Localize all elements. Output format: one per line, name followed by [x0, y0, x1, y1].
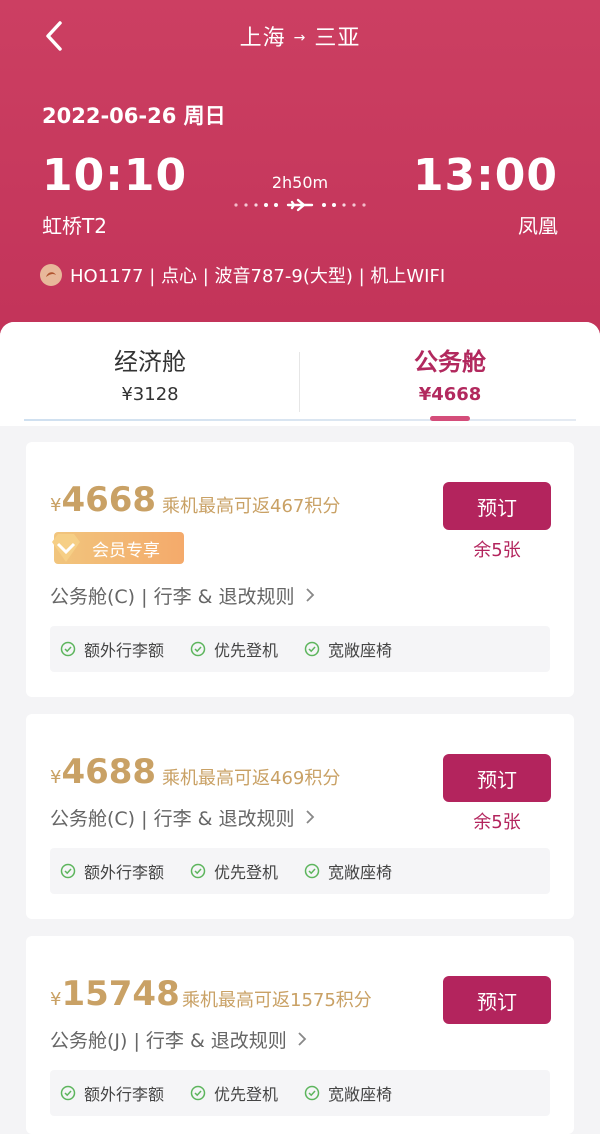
tab-business-price: ¥4668	[418, 384, 482, 405]
rules-text: 公务舱(J) | 行李 & 退改规则	[50, 1030, 287, 1052]
points-text: 乘机最高可返467积分	[162, 496, 341, 517]
chevron-right-icon	[305, 588, 314, 602]
offer-price: ¥15748	[50, 974, 180, 1014]
tab-business[interactable]: 公务舱 ¥4668	[300, 322, 600, 422]
check-circle-icon	[304, 863, 320, 879]
perk-label: 优先登机	[214, 1085, 279, 1104]
currency-symbol: ¥	[50, 989, 62, 1010]
perk-label: 宽敞座椅	[328, 863, 393, 882]
perk-list: 额外行李额 优先登机 宽敞座椅	[50, 848, 550, 894]
perk-item: 优先登机	[190, 637, 278, 661]
rules-link[interactable]: 公务舱(C) | 行李 & 退改规则	[50, 804, 315, 831]
rules-link[interactable]: 公务舱(C) | 行李 & 退改规则	[50, 582, 315, 609]
perk-label: 宽敞座椅	[328, 641, 393, 660]
check-circle-icon	[60, 863, 76, 879]
currency-symbol: ¥	[50, 495, 62, 516]
flight-header: 上海 → 三亚 2022-06-26 周日 10:10 13:00 虹桥T2 凤凰 …	[0, 0, 600, 350]
remaining-seats: 余5张	[473, 812, 521, 833]
perk-item: 额外行李额	[60, 859, 164, 883]
arrival-time: 13:00	[412, 150, 558, 201]
cabin-tabs: 经济舱 ¥3128 公务舱 ¥4668	[0, 322, 600, 426]
price-amount: 15748	[61, 974, 180, 1014]
perk-label: 额外行李额	[84, 863, 165, 882]
perk-label: 宽敞座椅	[328, 1085, 393, 1104]
airline-logo-icon	[40, 264, 62, 286]
flight-duration: 2h50m	[271, 173, 329, 192]
price-amount: 4668	[61, 480, 157, 520]
offer-card: ¥4688 乘机最高可返469积分 预订 余5张 公务舱(C) | 行李 & 退…	[26, 714, 574, 919]
price-amount: 4688	[61, 752, 157, 792]
member-badge-label: 会员专享	[92, 540, 160, 561]
points-text: 乘机最高可返1575积分	[182, 990, 372, 1011]
route-title: 上海 → 三亚	[0, 20, 600, 52]
perk-list: 额外行李额 优先登机 宽敞座椅	[50, 1070, 550, 1116]
rules-text: 公务舱(C) | 行李 & 退改规则	[50, 586, 295, 608]
destination-city: 三亚	[314, 26, 361, 51]
tab-business-label: 公务舱	[414, 348, 486, 376]
departure-airport: 虹桥T2	[42, 214, 107, 238]
plane-icon	[234, 198, 366, 212]
flight-info-text: HO1177 | 点心 | 波音787-9(大型) | 机上WIFI	[70, 266, 446, 287]
tab-economy-label: 经济舱	[114, 348, 186, 376]
perk-label: 优先登机	[214, 863, 279, 882]
perk-item: 宽敞座椅	[304, 859, 392, 883]
diamond-icon	[48, 530, 84, 566]
offer-price: ¥4688	[50, 752, 156, 792]
rules-link[interactable]: 公务舱(J) | 行李 & 退改规则	[50, 1026, 307, 1053]
points-text: 乘机最高可返469积分	[162, 768, 341, 789]
check-circle-icon	[304, 641, 320, 657]
check-circle-icon	[304, 1085, 320, 1101]
check-circle-icon	[190, 641, 206, 657]
book-button[interactable]: 预订	[443, 482, 551, 530]
currency-symbol: ¥	[50, 767, 62, 788]
book-button[interactable]: 预订	[443, 754, 551, 802]
offer-card: ¥15748 乘机最高可返1575积分 预订 公务舱(J) | 行李 & 退改规…	[26, 936, 574, 1134]
arrival-airport: 凤凰	[518, 214, 558, 238]
flight-date: 2022-06-26 周日	[42, 104, 226, 128]
perk-list: 额外行李额 优先登机 宽敞座椅	[50, 626, 550, 672]
active-tab-indicator	[430, 416, 470, 421]
perk-label: 额外行李额	[84, 1085, 165, 1104]
perk-label: 额外行李额	[84, 641, 165, 660]
member-badge: 会员专享	[52, 532, 184, 564]
check-circle-icon	[60, 641, 76, 657]
remaining-seats: 余5张	[473, 540, 521, 561]
perk-item: 优先登机	[190, 859, 278, 883]
perk-item: 宽敞座椅	[304, 637, 392, 661]
perk-item: 宽敞座椅	[304, 1081, 392, 1105]
offer-card: ¥4668 乘机最高可返467积分 预订 余5张 会员专享 公务舱(C) | 行…	[26, 442, 574, 697]
perk-label: 优先登机	[214, 641, 279, 660]
check-circle-icon	[60, 1085, 76, 1101]
route-arrow: →	[293, 30, 307, 46]
chevron-right-icon	[305, 810, 314, 824]
perk-item: 优先登机	[190, 1081, 278, 1105]
check-circle-icon	[190, 863, 206, 879]
origin-city: 上海	[239, 26, 286, 51]
tab-economy[interactable]: 经济舱 ¥3128	[0, 322, 300, 422]
rules-text: 公务舱(C) | 行李 & 退改规则	[50, 808, 295, 830]
perk-item: 额外行李额	[60, 637, 164, 661]
offer-price: ¥4668	[50, 480, 156, 520]
tab-underline	[24, 419, 576, 421]
flight-info: HO1177 | 点心 | 波音787-9(大型) | 机上WIFI	[40, 262, 445, 288]
cabin-panel: 经济舱 ¥3128 公务舱 ¥4668 ¥4668 乘机最高可返467积分 预订…	[0, 322, 600, 1134]
chevron-right-icon	[298, 1032, 307, 1046]
tab-economy-price: ¥3128	[121, 384, 179, 405]
departure-time: 10:10	[42, 150, 188, 201]
perk-item: 额外行李额	[60, 1081, 164, 1105]
check-circle-icon	[190, 1085, 206, 1101]
book-button[interactable]: 预订	[443, 976, 551, 1024]
